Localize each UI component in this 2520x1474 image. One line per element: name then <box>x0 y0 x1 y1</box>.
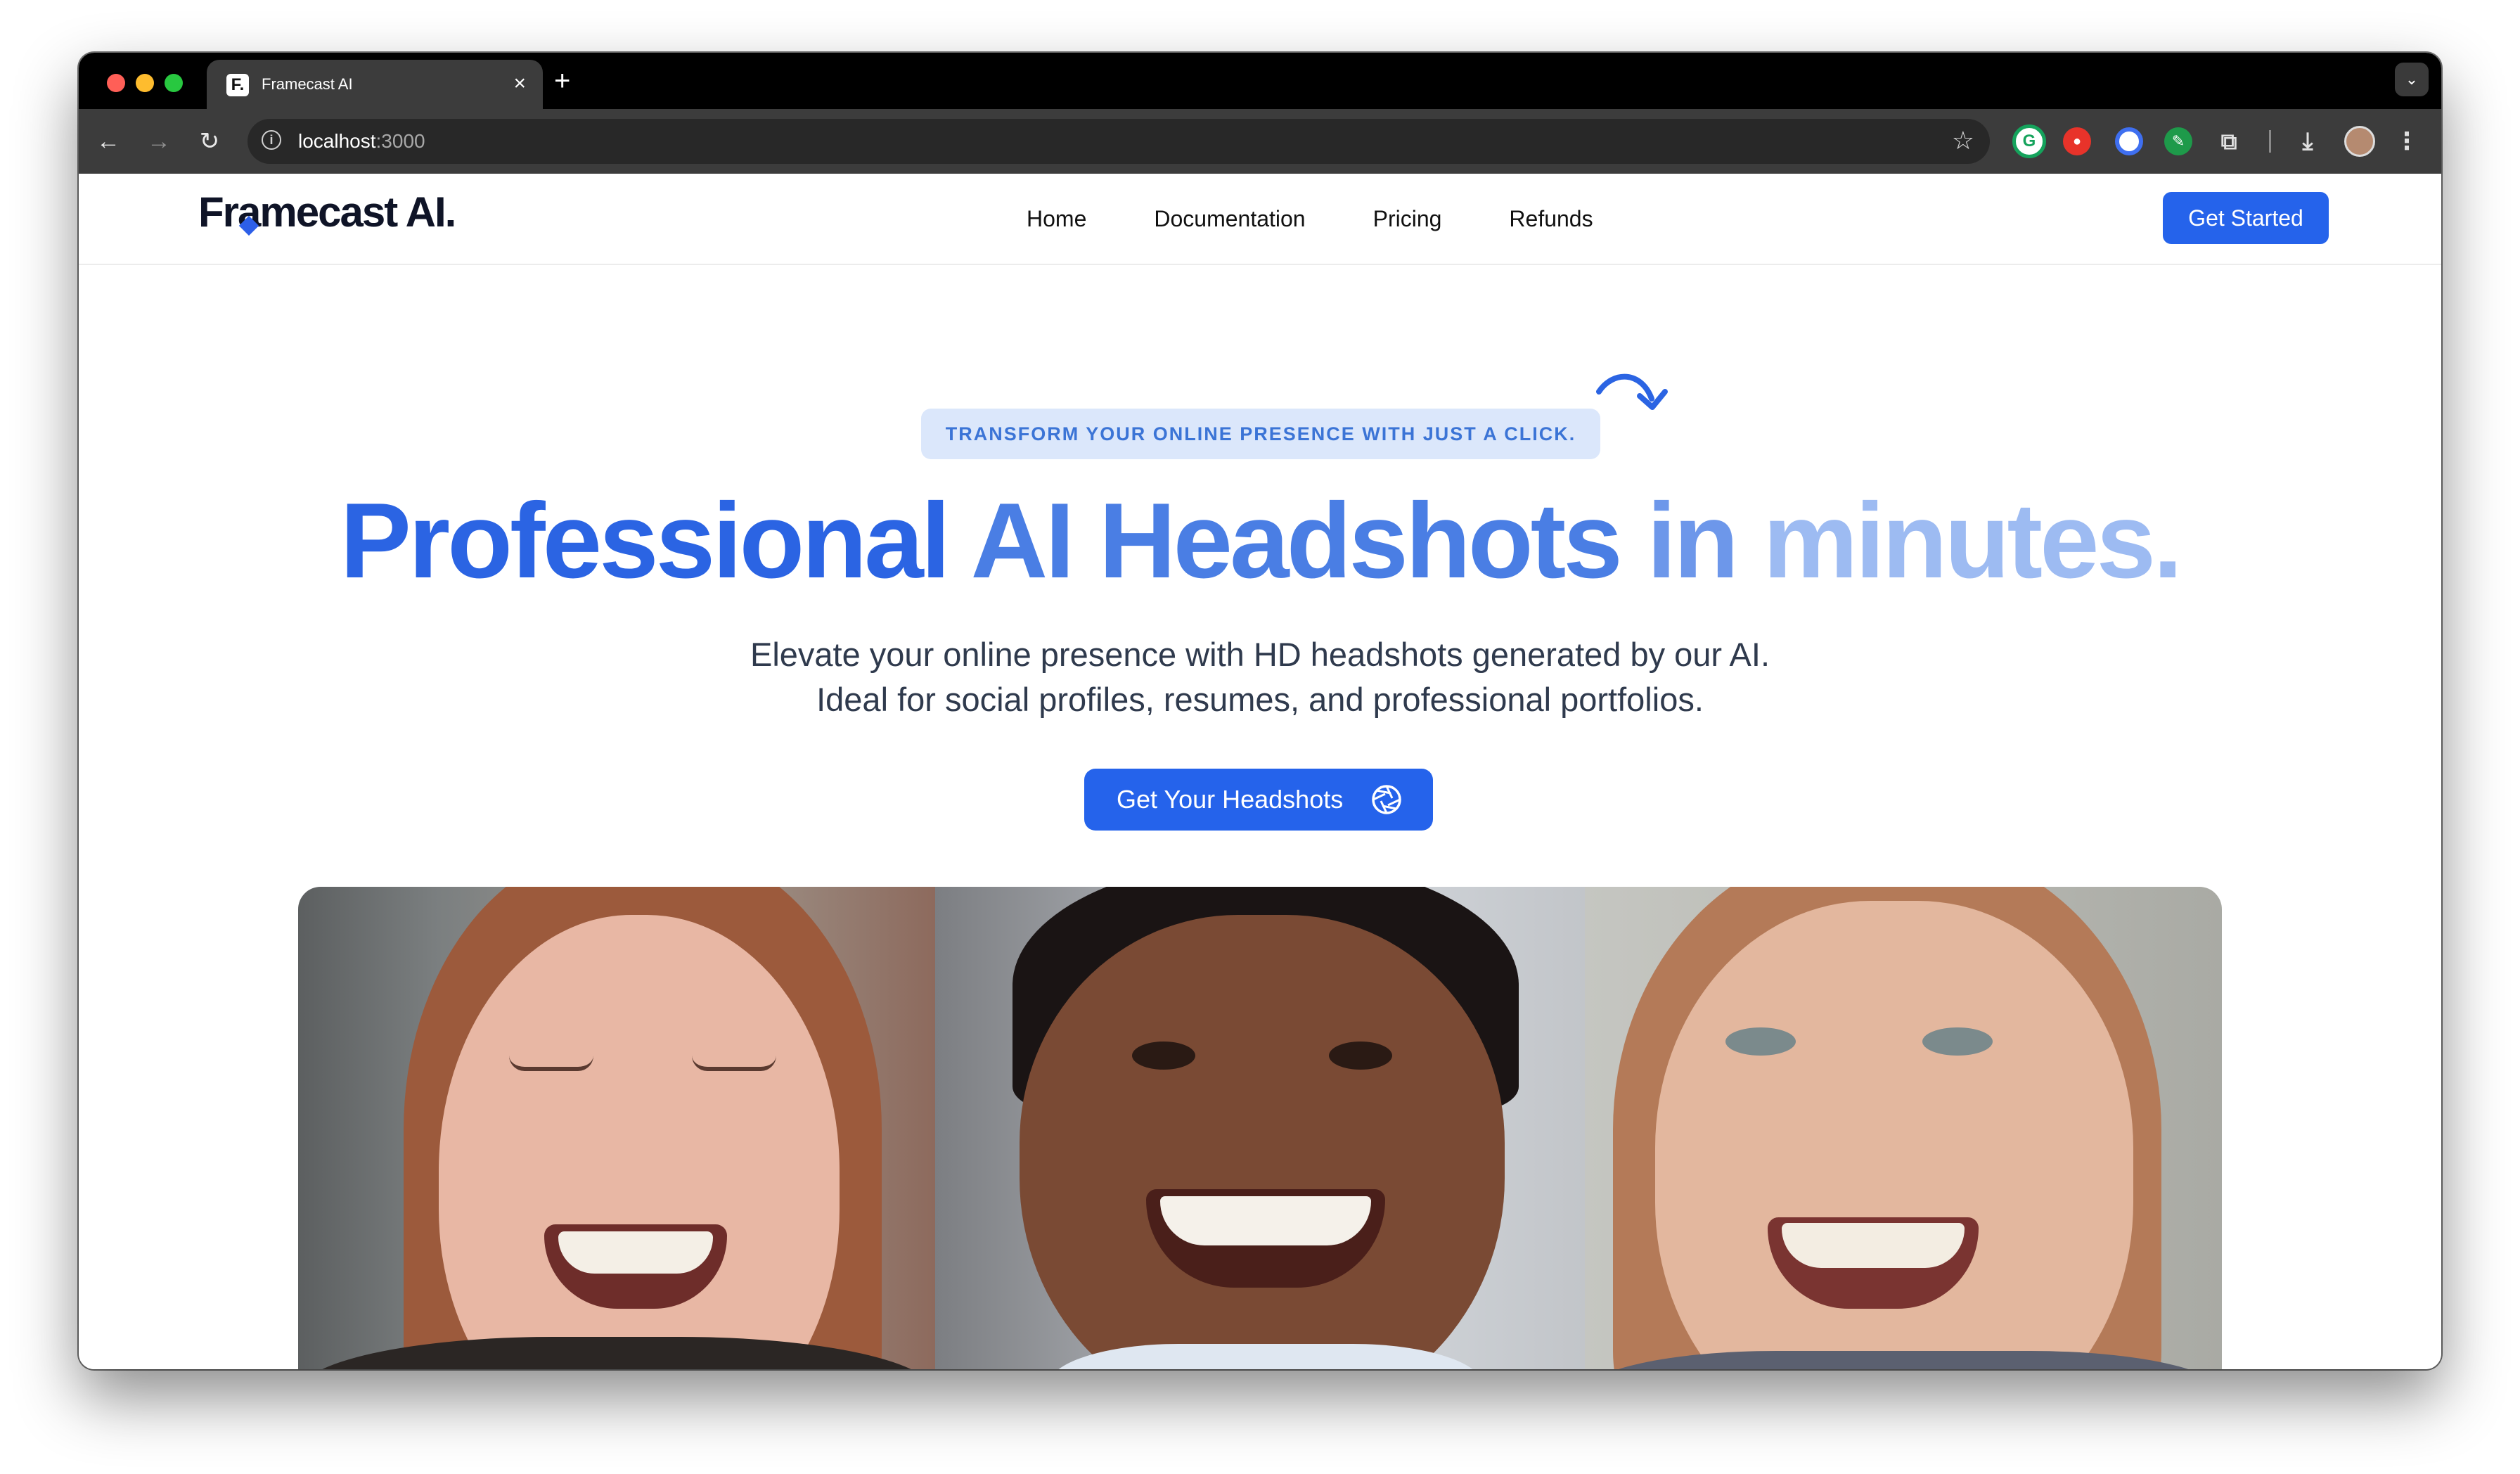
hero-title-part4: minutes. <box>1763 481 2182 601</box>
headshot-photo-man <box>935 887 1585 1369</box>
red-extension-icon[interactable]: ● <box>2063 127 2091 155</box>
close-tab-icon[interactable]: × <box>513 71 526 96</box>
extensions-puzzle-icon[interactable]: ⧉ <box>2213 126 2244 157</box>
hero-title: Professional AI Headshots in minutes. <box>79 478 2441 604</box>
nav-link-documentation[interactable]: Documentation <box>1154 203 1305 234</box>
grammarly-extension-icon[interactable]: G <box>2012 124 2046 158</box>
tab-strip: F. Framecast AI × + ⌄ <box>79 53 2441 109</box>
headshot-photo-woman-freckles <box>1585 887 2222 1369</box>
nav-link-home[interactable]: Home <box>1027 203 1086 234</box>
address-bar[interactable]: i localhost:3000 ☆ <box>248 119 1990 164</box>
close-window-button[interactable] <box>107 74 125 92</box>
hero-title-part2: AI Headshots <box>970 481 1647 601</box>
download-icon[interactable]: ⤓ <box>2291 124 2325 158</box>
webpage: Framecast AI. Home Documentation Pricing… <box>79 174 2441 1369</box>
url-text[interactable]: localhost:3000 <box>298 130 425 153</box>
toolbar-separator <box>2269 130 2271 153</box>
hero-badge: TRANSFORM YOUR ONLINE PRESENCE WITH JUST… <box>921 409 1600 459</box>
headshot-gallery <box>298 887 2222 1369</box>
green-extension-icon[interactable]: ✎ <box>2164 127 2192 155</box>
tab-favicon-icon: F. <box>226 74 249 96</box>
maximize-window-button[interactable] <box>165 74 183 92</box>
new-tab-plus-icon[interactable]: + <box>554 63 570 99</box>
url-host: localhost <box>298 130 376 152</box>
get-your-headshots-label: Get Your Headshots <box>1117 785 1344 814</box>
hero-title-part1: Professional <box>340 481 971 601</box>
reload-icon[interactable]: ↻ <box>191 123 228 160</box>
hero-subtitle-line2: Ideal for social profiles, resumes, and … <box>816 681 1704 718</box>
get-started-button[interactable]: Get Started <box>2163 192 2329 244</box>
menu-kebab-icon[interactable]: ⋮ <box>2395 124 2419 158</box>
browser-toolbar: ← → ↻ i localhost:3000 ☆ G ● ✎ ⧉ ⤓ ⋮ <box>79 109 2441 174</box>
hero-title-part3: in <box>1647 481 1763 601</box>
nav-links: Home Documentation Pricing Refunds <box>1027 203 1593 234</box>
headshot-photo-woman-red-hair <box>298 887 935 1369</box>
site-navbar: Framecast AI. Home Documentation Pricing… <box>79 174 2441 265</box>
camera-aperture-icon <box>1372 785 1401 814</box>
profile-avatar-icon[interactable] <box>2344 126 2375 157</box>
site-info-icon[interactable]: i <box>262 130 281 150</box>
site-logo[interactable]: Framecast AI. <box>198 188 456 236</box>
browser-tab[interactable]: F. Framecast AI × <box>207 60 543 109</box>
tab-search-chevron-icon[interactable]: ⌄ <box>2395 63 2429 96</box>
url-port: :3000 <box>375 130 425 152</box>
nav-link-refunds[interactable]: Refunds <box>1509 203 1593 234</box>
minimize-window-button[interactable] <box>136 74 154 92</box>
get-your-headshots-button[interactable]: Get Your Headshots <box>1084 769 1433 831</box>
color-extension-icon[interactable] <box>2115 127 2143 155</box>
hero-subtitle-line1: Elevate your online presence with HD hea… <box>750 636 1770 673</box>
tab-title: Framecast AI <box>262 75 353 93</box>
nav-link-pricing[interactable]: Pricing <box>1373 203 1442 234</box>
back-arrow-icon[interactable]: ← <box>90 123 127 160</box>
forward-arrow-icon[interactable]: → <box>141 123 177 160</box>
bookmark-star-icon[interactable]: ☆ <box>1952 126 1974 155</box>
curved-arrow-icon <box>1596 373 1668 410</box>
browser-window: F. Framecast AI × + ⌄ ← → ↻ i localhost:… <box>79 53 2441 1369</box>
hero-subtitle: Elevate your online presence with HD hea… <box>79 632 2441 722</box>
